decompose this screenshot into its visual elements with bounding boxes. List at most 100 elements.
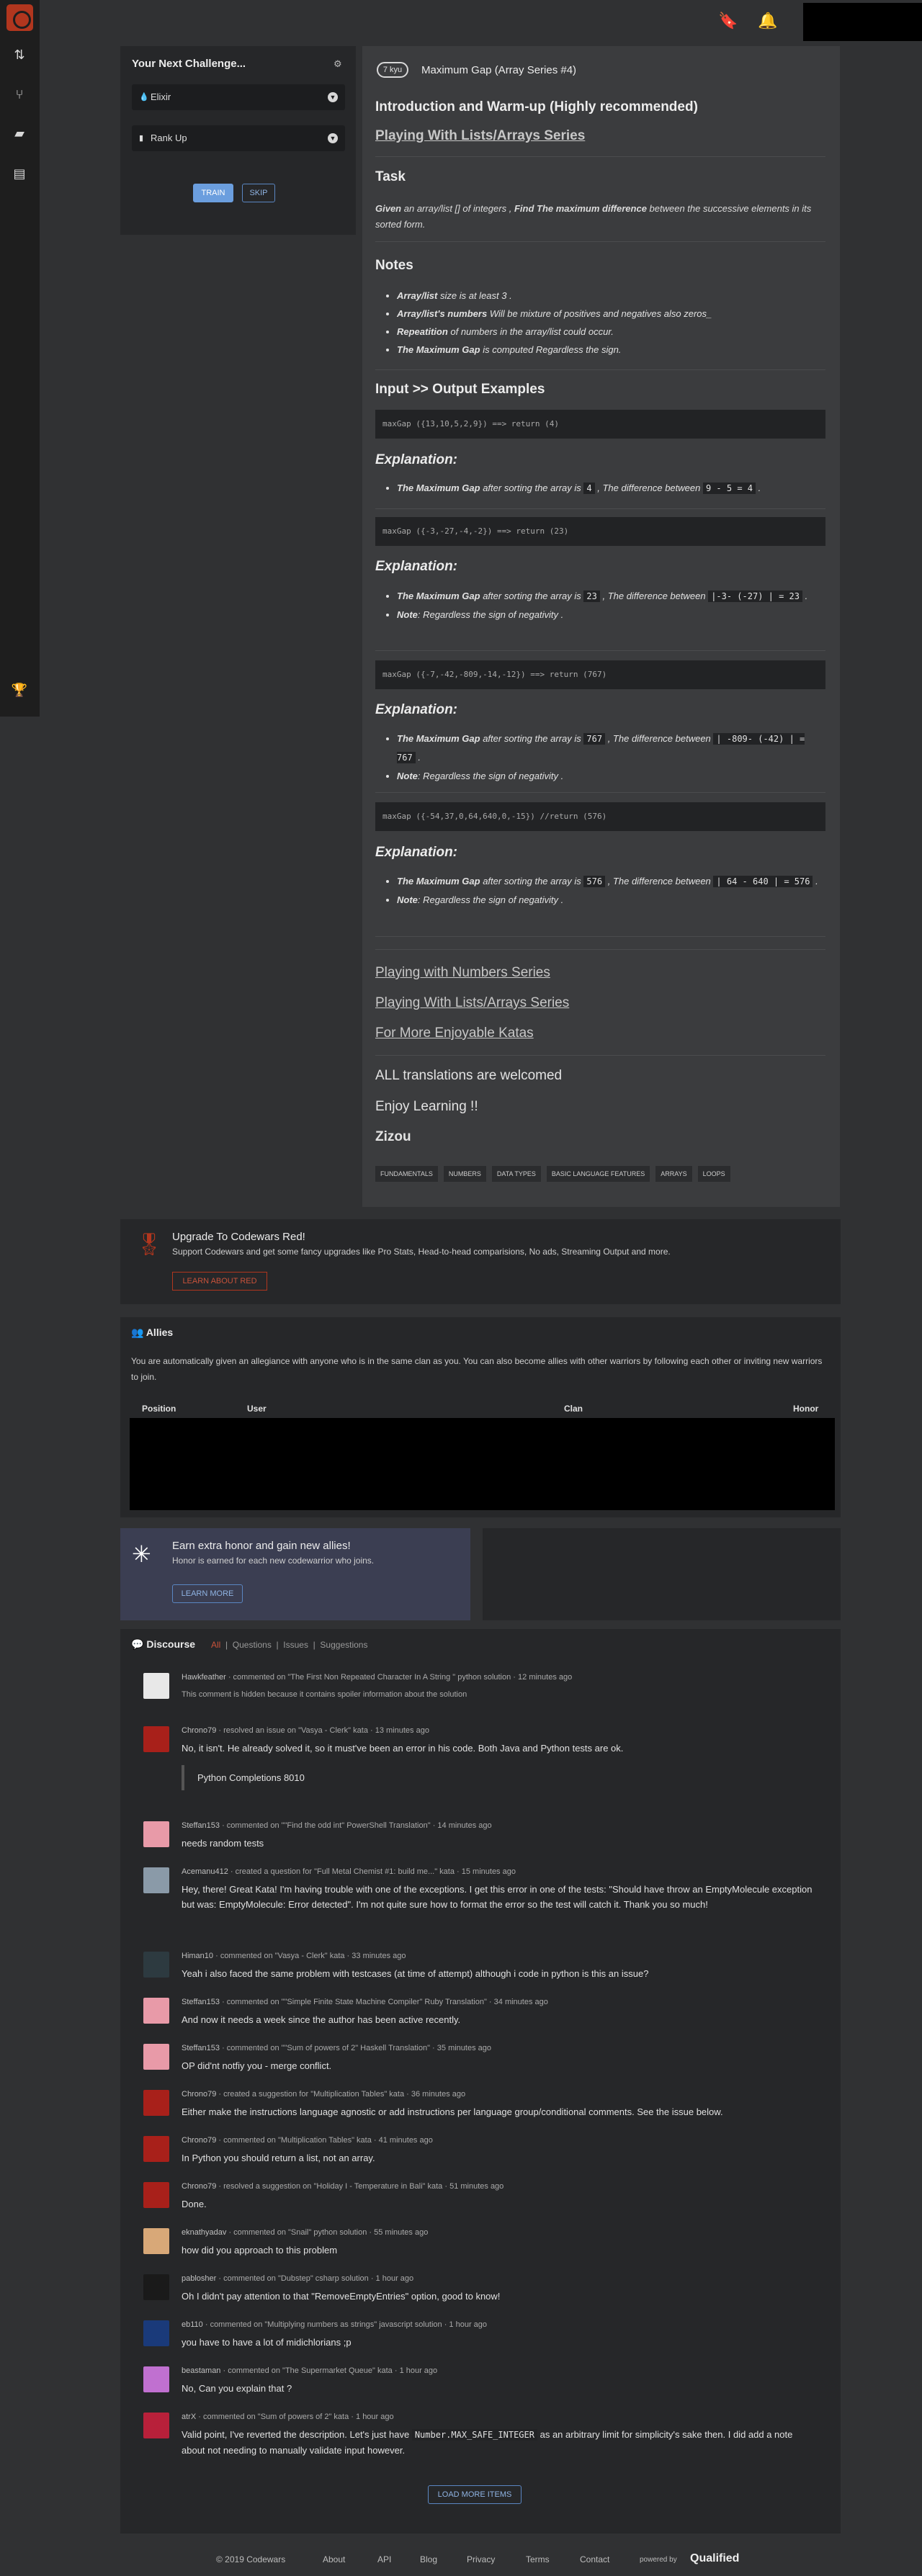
tab-questions[interactable]: Questions bbox=[233, 1640, 272, 1650]
tag[interactable]: NUMBERS bbox=[443, 1166, 486, 1182]
item-target[interactable]: "Dubstep" csharp solution bbox=[278, 2274, 369, 2283]
item-target[interactable]: "Holiday I - Temperature in Bali" kata bbox=[313, 2182, 442, 2191]
item-user[interactable]: atrX bbox=[182, 2413, 196, 2421]
train-button[interactable]: TRAIN bbox=[193, 184, 233, 202]
item-user[interactable]: eb110 bbox=[182, 2320, 203, 2329]
item-user[interactable]: Himan10 bbox=[182, 1952, 213, 1960]
item-target[interactable]: "Multiplication Tables" kata bbox=[278, 2136, 372, 2145]
kata-icon[interactable]: ⑂ bbox=[10, 86, 29, 103]
item-target[interactable]: ""Find the odd int" PowerShell Translati… bbox=[282, 1821, 431, 1830]
avatar[interactable] bbox=[143, 2090, 169, 2116]
load-more-button[interactable]: LOAD MORE ITEMS bbox=[428, 2485, 522, 2504]
tag[interactable]: LOOPS bbox=[697, 1166, 730, 1182]
avatar[interactable] bbox=[143, 2366, 169, 2392]
avatar[interactable] bbox=[143, 2274, 169, 2300]
avatar[interactable] bbox=[143, 1867, 169, 1893]
item-quote: Python Completions 8010 bbox=[182, 1765, 542, 1790]
item-user[interactable]: beastaman bbox=[182, 2366, 220, 2375]
tag[interactable]: DATA TYPES bbox=[491, 1166, 541, 1182]
translations-text: ALL translations are welcomed bbox=[375, 1068, 563, 1083]
avatar[interactable] bbox=[143, 1726, 169, 1752]
item-target[interactable]: "Vasya - Clerk" kata bbox=[275, 1952, 345, 1960]
item-action: commented on bbox=[223, 2274, 276, 2283]
item-body: Yeah i also faced the same problem with … bbox=[182, 1966, 815, 1981]
item-action: created a question for bbox=[235, 1867, 313, 1876]
item-user[interactable]: pablosher bbox=[182, 2274, 216, 2283]
tab-issues[interactable]: Issues bbox=[283, 1640, 308, 1650]
avatar[interactable] bbox=[143, 1821, 169, 1847]
arrays-series-link[interactable]: Playing With Lists/Arrays Series bbox=[375, 995, 825, 1011]
tab-suggestions[interactable]: Suggestions bbox=[320, 1640, 367, 1650]
item-target[interactable]: "The Supermarket Queue" kata bbox=[282, 2366, 393, 2375]
item-body: Hey, there! Great Kata! I'm having troub… bbox=[182, 1882, 815, 1912]
item-meta: Steffan153 · commented on ""Sum of power… bbox=[182, 2044, 491, 2052]
series-link[interactable]: Playing With Lists/Arrays Series bbox=[375, 128, 825, 144]
qualified-logo[interactable]: Qualified bbox=[690, 2552, 739, 2565]
discuss-icon[interactable]: ▰ bbox=[10, 125, 29, 142]
item-user[interactable]: Chrono79 bbox=[182, 1726, 216, 1735]
item-text: Either make the instructions language ag… bbox=[182, 2106, 723, 2117]
bookmark-icon[interactable]: 🔖 bbox=[718, 11, 738, 31]
item-text: Hey, there! Great Kata! I'm having troub… bbox=[182, 1884, 813, 1910]
avatar[interactable] bbox=[143, 2136, 169, 2162]
language-select[interactable]: 💧 Elixir ▼ bbox=[132, 84, 345, 110]
item-target[interactable]: "Full Metal Chemist #1: build me..." kat… bbox=[314, 1867, 455, 1876]
mode-select[interactable]: ▮ Rank Up ▼ bbox=[132, 125, 345, 151]
leaderboard-icon[interactable]: 🏆 bbox=[10, 681, 29, 699]
footer-link-terms[interactable]: Terms bbox=[526, 2554, 550, 2564]
practice-icon[interactable]: ⇅ bbox=[10, 46, 29, 63]
note-label: Note bbox=[397, 894, 418, 905]
bell-icon[interactable]: 🔔 bbox=[758, 11, 778, 31]
item-user[interactable]: Steffan153 bbox=[182, 1821, 220, 1830]
codewars-logo[interactable] bbox=[6, 4, 33, 31]
avatar[interactable] bbox=[143, 2044, 169, 2070]
docs-icon[interactable]: ▤ bbox=[10, 165, 29, 182]
tag[interactable]: BASIC LANGUAGE FEATURES bbox=[546, 1166, 650, 1182]
item-user[interactable]: eknathyadav bbox=[182, 2228, 226, 2237]
learn-about-red-button[interactable]: LEARN ABOUT RED bbox=[172, 1272, 267, 1291]
tab-all[interactable]: All bbox=[211, 1640, 220, 1650]
tag[interactable]: ARRAYS bbox=[655, 1166, 692, 1182]
avatar[interactable] bbox=[143, 2182, 169, 2208]
note-text: Will be mixture of positives and negativ… bbox=[489, 308, 712, 319]
item-user[interactable]: Steffan153 bbox=[182, 1998, 220, 2006]
item-target[interactable]: "Sum of powers of 2" kata bbox=[258, 2413, 349, 2421]
item-target[interactable]: "Vasya - Clerk" kata bbox=[298, 1726, 368, 1735]
item-target[interactable]: "Multiplying numbers as strings" javascr… bbox=[264, 2320, 442, 2329]
footer-link-contact[interactable]: Contact bbox=[580, 2554, 609, 2564]
item-user[interactable]: Steffan153 bbox=[182, 2044, 220, 2052]
settings-icon[interactable]: ⚙ bbox=[334, 58, 342, 70]
avatar[interactable] bbox=[143, 2413, 169, 2438]
item-user[interactable]: Hawkfeather bbox=[182, 1673, 226, 1682]
item-target[interactable]: ""Simple Finite State Machine Compiler" … bbox=[282, 1998, 487, 2006]
numbers-series-link[interactable]: Playing with Numbers Series bbox=[375, 965, 825, 981]
item-meta: Steffan153 · commented on ""Simple Finit… bbox=[182, 1998, 548, 2006]
item-target[interactable]: "The First Non Repeated Character In A S… bbox=[287, 1673, 511, 1682]
skip-button[interactable]: SKIP bbox=[242, 184, 275, 202]
footer-link-privacy[interactable]: Privacy bbox=[467, 2554, 495, 2564]
avatar[interactable] bbox=[143, 2228, 169, 2254]
footer-link-api[interactable]: API bbox=[377, 2554, 391, 2564]
item-meta: pablosher · commented on "Dubstep" cshar… bbox=[182, 2274, 414, 2283]
learn-more-button[interactable]: LEARN MORE bbox=[172, 1584, 243, 1603]
item-user[interactable]: Chrono79 bbox=[182, 2090, 216, 2099]
avatar[interactable] bbox=[143, 2320, 169, 2346]
item-target[interactable]: ""Sum of powers of 2" Haskell Translatio… bbox=[282, 2044, 430, 2052]
avatar[interactable] bbox=[143, 1673, 169, 1699]
item-user[interactable]: Chrono79 bbox=[182, 2182, 216, 2191]
avatar[interactable] bbox=[143, 1998, 169, 2024]
tag[interactable]: FUNDAMENTALS bbox=[375, 1166, 438, 1182]
more-katas-link[interactable]: For More Enjoyable Katas bbox=[375, 1026, 825, 1041]
footer-link-blog[interactable]: Blog bbox=[420, 2554, 437, 2564]
avatar[interactable] bbox=[143, 1952, 169, 1978]
item-target[interactable]: "Multiplication Tables" kata bbox=[310, 2090, 404, 2099]
user-menu[interactable] bbox=[803, 3, 922, 41]
item-user[interactable]: Chrono79 bbox=[182, 2136, 216, 2145]
ribbon-icon: 🎖 bbox=[135, 1233, 164, 1257]
io-heading: Input >> Output Examples bbox=[375, 382, 545, 397]
footer-link-about[interactable]: About bbox=[323, 2554, 345, 2564]
item-target[interactable]: "Snail" python solution bbox=[288, 2228, 367, 2237]
item-body: This comment is hidden because it contai… bbox=[182, 1687, 815, 1702]
item-user[interactable]: Acemanu412 bbox=[182, 1867, 228, 1876]
item-text: This comment is hidden because it contai… bbox=[182, 1690, 467, 1699]
